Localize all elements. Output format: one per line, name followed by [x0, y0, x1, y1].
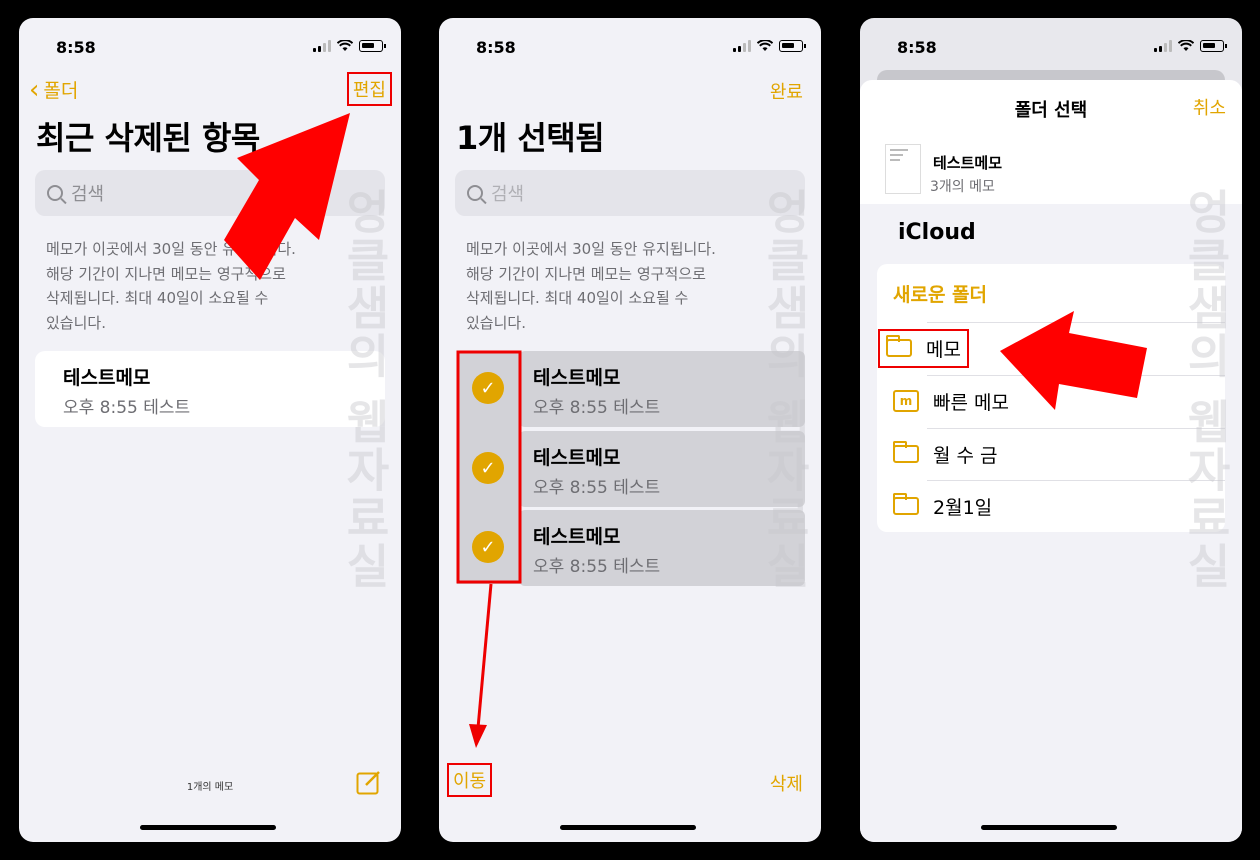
screen-folder-picker: 8:58 폴더 선택 취소 테스트메모 3개의 메모 iCloud 새로운 폴더…	[860, 18, 1242, 842]
home-indicator	[981, 825, 1117, 830]
note-count: 1개의 메모	[186, 782, 234, 793]
screen-recently-deleted: 8:58 ‹ 폴더 편집 최근 삭제된 항목 검색 메모가 이곳에서 30일 동안…	[19, 18, 401, 842]
screen-select-notes: 8:58 완료 1개 선택됨 검색 메모가 이곳에서 30일 동안 유지됩니다.…	[439, 18, 821, 842]
arrow-annotation	[224, 113, 350, 280]
note-subtitle: 오후 8:55 테스트	[63, 398, 191, 418]
arrow-annotation	[456, 350, 522, 748]
note-title: 테스트메모	[63, 367, 151, 389]
arrow-annotation	[1000, 311, 1147, 410]
home-indicator	[140, 825, 276, 830]
compose-icon[interactable]	[356, 769, 382, 795]
